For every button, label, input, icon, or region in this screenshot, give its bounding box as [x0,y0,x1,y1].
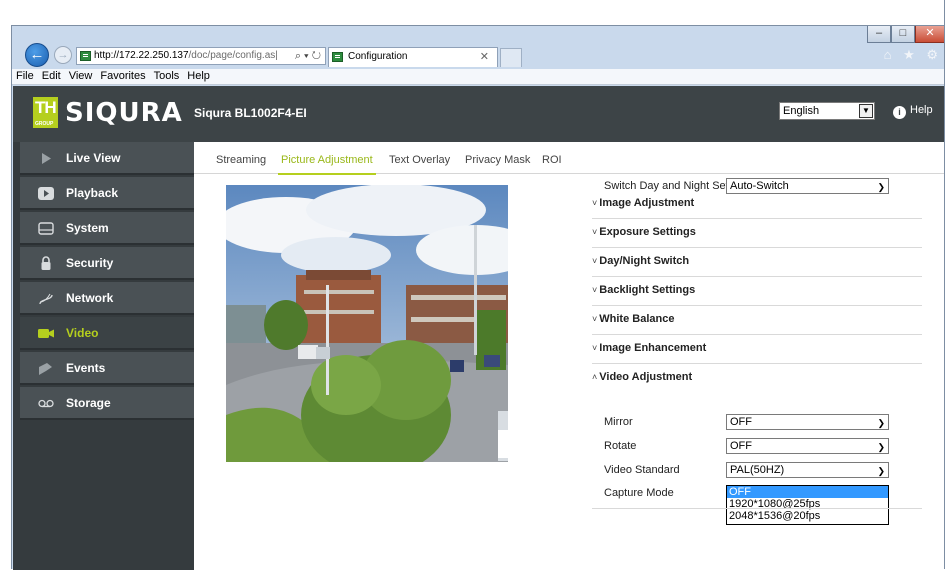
sidebar-item-live-view[interactable]: Live View [20,142,194,175]
play-arrow-icon [42,153,51,164]
capture-mode-dropdown-list[interactable]: OFF 1920*1080@25fps 2048*1536@20fps [726,485,889,525]
help-link[interactable]: i Help [893,104,933,119]
rotate-select[interactable]: OFF ❯ [726,438,889,454]
sidebar: Live View Playback System Security Netwo… [13,142,194,570]
capture-mode-label: Capture Mode [604,487,674,499]
th-group-logo-box: TH GROUP [33,97,58,128]
mirror-label: Mirror [604,416,633,428]
menu-help[interactable]: Help [187,69,210,84]
chevron-down-icon: ˅ [592,343,598,353]
tab-streaming[interactable]: Streaming [216,154,266,166]
sidebar-item-security[interactable]: Security [20,247,194,280]
playback-icon [38,187,54,200]
tab-picture-adjustment[interactable]: Picture Adjustment [278,154,376,175]
lock-icon [41,256,51,270]
video-standard-select[interactable]: PAL(50HZ) ❯ [726,462,889,478]
chevron-down-icon: ❯ [877,466,885,476]
section-image-enhancement[interactable]: ˅ Image Enhancement [592,335,922,364]
sidebar-item-events[interactable]: Events [20,352,194,385]
divider [592,508,922,509]
camera-scene [226,185,508,462]
network-icon [39,293,53,305]
sidebar-item-network[interactable]: Network [20,282,194,315]
section-exposure-settings[interactable]: ˅ Exposure Settings [592,219,922,248]
events-icon [39,363,52,375]
chevron-down-icon: ˅ [592,285,598,295]
menu-file[interactable]: File [16,69,34,84]
chevron-down-icon: ˅ [592,256,598,266]
camera-web-app: TH GROUP SIQURA Siqura BL1002F4-EI Engli… [13,86,945,570]
url-path: /doc/page/config.as| [188,50,278,61]
chevron-up-icon: ˄ [592,372,598,382]
forward-arrow-icon[interactable]: → [54,46,72,64]
tab-privacy-mask[interactable]: Privacy Mask [465,154,530,166]
address-bar[interactable]: http://172.22.250.137/doc/page/config.as… [76,47,326,65]
menu-edit[interactable]: Edit [42,69,61,84]
video-camera-icon [38,329,54,338]
rotate-label: Rotate [604,440,637,452]
menu-favorites[interactable]: Favorites [100,69,145,84]
device-name: Siqura BL1002F4-EI [194,106,307,120]
section-video-adjustment[interactable]: ˄ Video Adjustment [592,364,922,393]
chevron-down-icon: ˅ [592,227,598,237]
back-arrow-icon[interactable]: ← [25,43,49,67]
mirror-select[interactable]: OFF ❯ [726,414,889,430]
section-image-adjustment[interactable]: ˅ Image Adjustment [592,190,922,219]
sidebar-item-storage[interactable]: Storage [20,387,194,420]
address-controls[interactable]: ⌕ ▾ ↻ [295,48,321,64]
capture-mode-option-1536[interactable]: 2048*1536@20fps [727,510,888,522]
app-header: TH GROUP SIQURA Siqura BL1002F4-EI Engli… [13,86,945,142]
menu-view[interactable]: View [69,69,93,84]
browser-tool-icons[interactable]: ⌂ ★ ⚙ [884,47,942,63]
siqura-logo: TH GROUP SIQURA [33,97,188,129]
browser-toolbar: ← → http://172.22.250.137/doc/page/confi… [12,40,945,70]
sidebar-item-video[interactable]: Video [20,317,194,350]
main-content: Streaming Picture Adjustment Text Overla… [194,142,945,570]
language-select[interactable]: English ▼ [779,102,875,120]
menu-bar: File Edit View Favorites Tools Help [12,69,945,85]
chevron-down-icon: ❯ [877,442,885,452]
sub-tabs: Streaming Picture Adjustment Text Overla… [194,142,945,175]
section-backlight-settings[interactable]: ˅ Backlight Settings [592,277,922,306]
section-white-balance[interactable]: ˅ White Balance [592,306,922,335]
desktop: – □ ✕ ← → http://172.22.250.137/doc/page… [0,0,945,570]
menu-tools[interactable]: Tools [154,69,180,84]
chevron-down-icon[interactable]: ▼ [859,104,873,118]
tab-favicon-icon [332,52,343,62]
tab-roi[interactable]: ROI [542,154,562,166]
tab-close-icon[interactable]: ✕ [480,48,489,66]
site-favicon-icon [80,51,91,61]
video-standard-label: Video Standard [604,464,680,476]
tab-text-overlay[interactable]: Text Overlay [389,154,450,166]
system-icon [38,222,54,235]
capture-mode-option-off[interactable]: OFF [727,486,888,498]
browser-window: – □ ✕ ← → http://172.22.250.137/doc/page… [11,25,945,570]
chevron-down-icon: ˅ [592,314,598,324]
chevron-down-icon: ˅ [592,198,598,208]
chevron-down-icon: ❯ [877,418,885,428]
logo-wordmark: SIQURA [65,98,183,128]
section-day-night-switch[interactable]: ˅ Day/Night Switch [592,248,922,277]
browser-tab[interactable]: Configuration ✕ [328,47,498,67]
new-tab-button[interactable] [500,48,522,67]
storage-icon [38,399,54,408]
tab-title: Configuration [348,51,408,62]
info-icon: i [893,106,906,119]
url-host: http://172.22.250.137 [94,50,189,61]
sidebar-item-system[interactable]: System [20,212,194,245]
sidebar-item-playback[interactable]: Playback [20,177,194,210]
camera-preview-image[interactable] [226,185,508,462]
